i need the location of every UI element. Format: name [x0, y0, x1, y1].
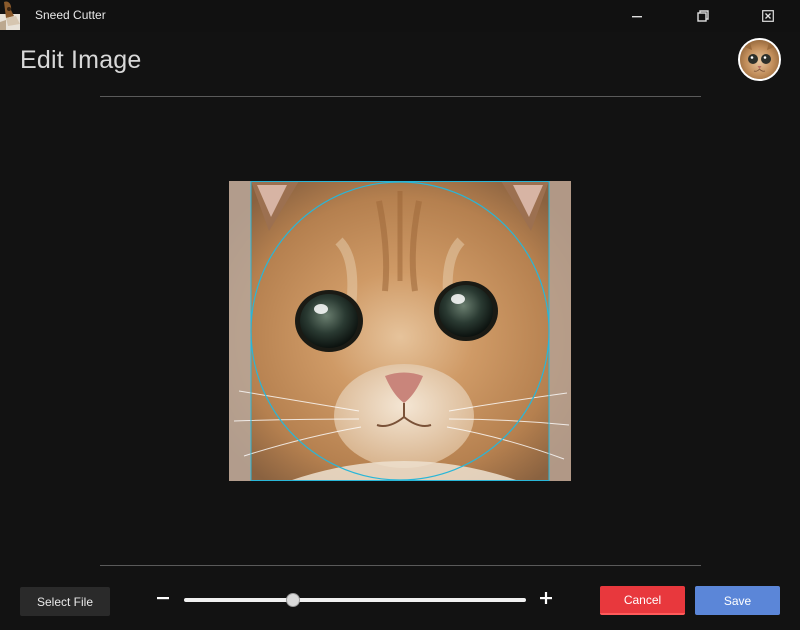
restore-button[interactable]: [680, 0, 726, 32]
select-file-button[interactable]: Select File: [20, 587, 110, 616]
minus-icon: [156, 591, 170, 610]
page-title: Edit Image: [20, 46, 142, 74]
zoom-slider[interactable]: [184, 590, 526, 610]
zoom-in-button[interactable]: [536, 590, 556, 610]
tabby-cat-icon: [0, 0, 24, 30]
title-bar[interactable]: Sneed Cutter: [0, 0, 800, 32]
slider-track[interactable]: [184, 598, 526, 602]
app-window: Sneed Cutter Edit Image Select File Canc…: [0, 0, 800, 630]
slider-thumb[interactable]: [286, 593, 301, 607]
footer-divider: [100, 565, 701, 566]
restore-icon: [697, 10, 709, 22]
close-button[interactable]: [745, 0, 791, 32]
minimize-icon: [631, 10, 643, 22]
image-crop-area[interactable]: [229, 181, 571, 481]
cat-avatar-icon: [740, 40, 779, 79]
window-title: Sneed Cutter: [35, 8, 106, 22]
avatar[interactable]: [738, 38, 781, 81]
minimize-button[interactable]: [614, 0, 660, 32]
save-button[interactable]: Save: [695, 586, 780, 615]
zoom-out-button[interactable]: [153, 590, 173, 610]
cat-face-photo: [229, 181, 571, 481]
plus-icon: [539, 591, 553, 610]
close-icon: [762, 10, 774, 22]
cancel-button[interactable]: Cancel: [600, 586, 685, 615]
header-divider: [100, 96, 701, 97]
